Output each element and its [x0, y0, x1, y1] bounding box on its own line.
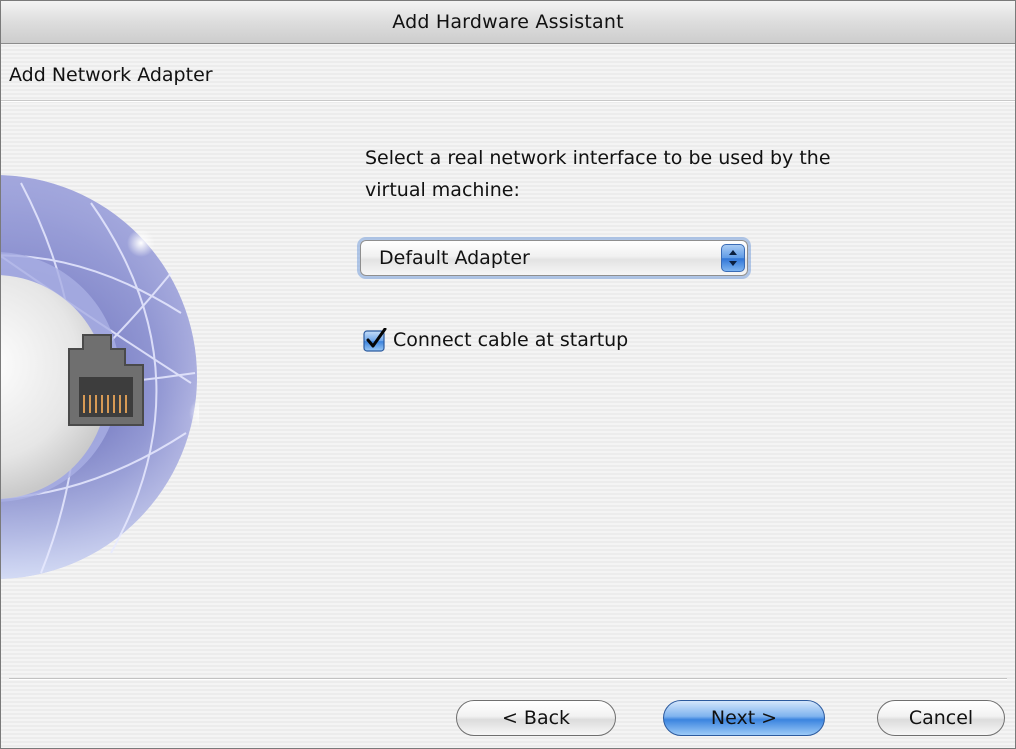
connect-cable-checkbox[interactable]	[363, 327, 387, 352]
instruction-text: Select a real network interface to be us…	[365, 142, 965, 206]
instruction-line-2: virtual machine:	[365, 179, 520, 201]
connect-cable-option[interactable]: Connect cable at startup	[363, 327, 628, 352]
window-title: Add Hardware Assistant	[392, 11, 624, 33]
footer-divider	[9, 678, 1007, 679]
next-button[interactable]: Next >	[663, 700, 825, 736]
assistant-window: Add Hardware Assistant Add Network Adapt…	[0, 0, 1016, 749]
checkmark-icon	[363, 327, 387, 352]
title-bar[interactable]: Add Hardware Assistant	[1, 1, 1015, 44]
connect-cable-label[interactable]: Connect cable at startup	[393, 329, 628, 351]
cancel-button[interactable]: Cancel	[877, 700, 1005, 736]
page-header: Add Network Adapter	[1, 44, 1015, 101]
instruction-line-1: Select a real network interface to be us…	[365, 147, 831, 169]
network-interface-select[interactable]: Default Adapter	[360, 240, 748, 276]
chevron-updown-icon	[721, 244, 745, 272]
network-globe-icon	[1, 175, 199, 579]
page-title: Add Network Adapter	[9, 64, 213, 86]
back-button[interactable]: < Back	[456, 700, 616, 736]
select-value: Default Adapter	[379, 247, 530, 269]
